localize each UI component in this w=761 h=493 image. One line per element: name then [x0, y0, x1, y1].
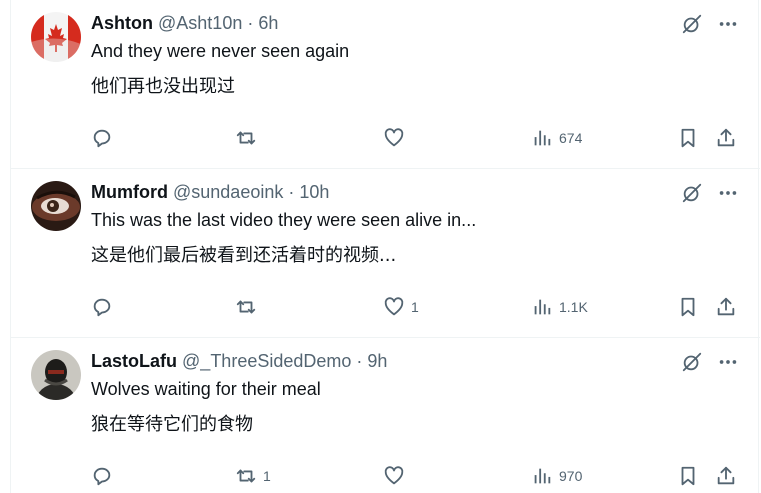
reply-icon: [93, 467, 111, 486]
user-handle[interactable]: @sundaeoink: [173, 182, 283, 202]
reply-header: Ashton @Asht10n · 6h: [91, 12, 278, 34]
heart-icon: [384, 128, 404, 147]
reply-translation: 狼在等待它们的食物: [91, 414, 253, 435]
display-name[interactable]: LastoLafu: [91, 351, 177, 371]
views-button[interactable]: 1.1K: [531, 293, 588, 321]
share-icon: [717, 297, 735, 316]
share-button[interactable]: [715, 293, 737, 321]
reply-header: LastoLafu @_ThreeSidedDemo · 9h: [91, 350, 387, 372]
like-button[interactable]: 1: [383, 293, 419, 321]
bookmark-icon: [681, 297, 695, 317]
reply-item[interactable]: LastoLafu @_ThreeSidedDemo · 9h Wolves w…: [11, 338, 760, 493]
share-icon: [717, 128, 735, 147]
retweet-icon: [236, 131, 256, 145]
timestamp[interactable]: 6h: [258, 13, 278, 33]
user-handle[interactable]: @_ThreeSidedDemo: [182, 351, 351, 371]
avatar[interactable]: [31, 181, 81, 231]
retweet-button[interactable]: [235, 293, 257, 321]
heart-icon: [384, 466, 404, 485]
views-count: 1.1K: [559, 299, 588, 315]
reply-icon: [93, 298, 111, 317]
more-options-icon[interactable]: [716, 350, 740, 374]
reply-text: This was the last video they were seen a…: [91, 210, 477, 230]
action-bar: 1 1.1K: [91, 293, 741, 321]
reply-item[interactable]: Mumford @sundaeoink · 10h This was the l…: [11, 169, 760, 338]
separator-dot: ·: [356, 351, 363, 371]
reply-button[interactable]: [91, 124, 113, 152]
share-button[interactable]: [715, 462, 737, 490]
reply-text: Wolves waiting for their meal: [91, 379, 321, 399]
display-name[interactable]: Ashton: [91, 13, 153, 33]
heart-icon: [384, 297, 404, 316]
reply-top-icons: [680, 350, 740, 374]
timestamp[interactable]: 10h: [299, 182, 329, 202]
reply-icon: [93, 129, 111, 148]
bookmark-icon: [681, 128, 695, 148]
like-button[interactable]: [383, 124, 405, 152]
reply-top-icons: [680, 12, 740, 36]
separator-dot: ·: [288, 182, 295, 202]
views-button[interactable]: 674: [531, 124, 582, 152]
retweet-icon: [236, 469, 256, 483]
grok-icon[interactable]: [680, 12, 704, 36]
display-name[interactable]: Mumford: [91, 182, 168, 202]
grok-icon[interactable]: [680, 181, 704, 205]
share-icon: [717, 466, 735, 485]
analytics-icon: [534, 130, 551, 146]
grok-icon[interactable]: [680, 350, 704, 374]
reply-header: Mumford @sundaeoink · 10h: [91, 181, 329, 203]
like-count: 1: [411, 299, 419, 315]
armored-figure-avatar: [31, 350, 81, 400]
canada-flag-avatar: [31, 12, 81, 62]
reply-text: And they were never seen again: [91, 41, 350, 61]
timestamp[interactable]: 9h: [367, 351, 387, 371]
reply-feed: Ashton @Asht10n · 6h And they were never…: [10, 0, 760, 493]
views-button[interactable]: 970: [531, 462, 582, 490]
bookmark-button[interactable]: [677, 293, 699, 321]
retweet-button[interactable]: [235, 124, 257, 152]
views-count: 674: [559, 130, 583, 146]
avatar[interactable]: [31, 350, 81, 400]
share-button[interactable]: [715, 124, 737, 152]
action-bar: 1 970: [91, 462, 741, 490]
user-handle[interactable]: @Asht10n: [158, 13, 242, 33]
analytics-icon: [534, 468, 551, 484]
analytics-icon: [534, 299, 551, 315]
retweet-button[interactable]: 1: [235, 462, 271, 490]
action-bar: 674: [91, 124, 741, 152]
eye-avatar: [31, 181, 81, 231]
separator-dot: ·: [247, 13, 254, 33]
reply-button[interactable]: [91, 462, 113, 490]
views-count: 970: [559, 468, 583, 484]
reply-translation: 他们再也没出现过: [91, 76, 235, 97]
retweet-icon: [236, 300, 256, 314]
more-options-icon[interactable]: [716, 181, 740, 205]
like-button[interactable]: [383, 462, 405, 490]
bookmark-button[interactable]: [677, 124, 699, 152]
reply-top-icons: [680, 181, 740, 205]
more-options-icon[interactable]: [716, 12, 740, 36]
bookmark-button[interactable]: [677, 462, 699, 490]
reply-item[interactable]: Ashton @Asht10n · 6h And they were never…: [11, 0, 760, 169]
bookmark-icon: [681, 466, 695, 486]
retweet-count: 1: [263, 468, 271, 484]
avatar[interactable]: [31, 12, 81, 62]
reply-translation: 这是他们最后被看到还活着时的视频...: [91, 245, 397, 266]
reply-button[interactable]: [91, 293, 113, 321]
